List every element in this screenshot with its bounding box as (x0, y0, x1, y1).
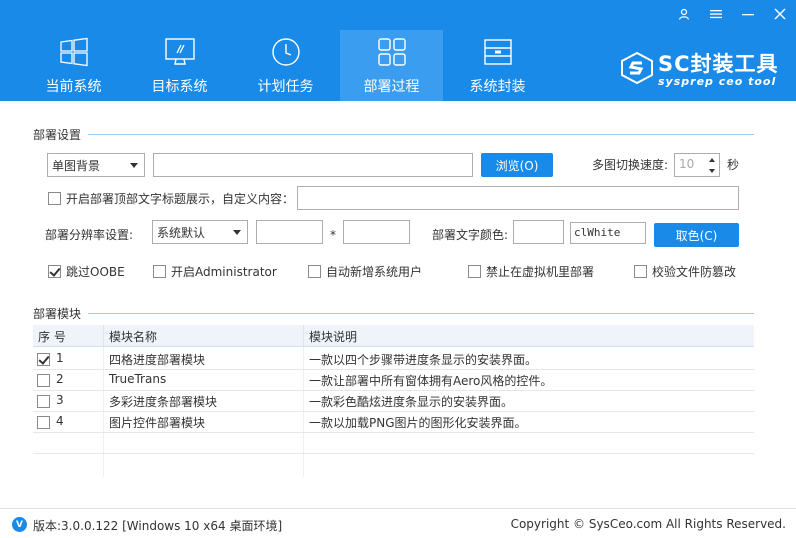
auto-add-user-label: 自动新增系统用户 (326, 265, 423, 279)
column-header-no: 序 号 (38, 330, 66, 344)
monitor-icon (164, 38, 195, 65)
column-header-desc: 模块说明 (309, 330, 358, 344)
module-no: 3 (56, 393, 64, 407)
module-checkbox[interactable] (37, 353, 50, 366)
table-row[interactable]: 4 图片控件部署模块 一款以加载PNG图片的图形化安装界面。 (33, 412, 754, 433)
browse-button[interactable]: 浏览(O) (481, 153, 553, 177)
module-name: 四格进度部署模块 (109, 353, 206, 367)
tab-label: 当前系统 (45, 79, 102, 95)
skip-oobe-label: 跳过OOBE (66, 265, 125, 279)
tab-label: 部署过程 (363, 79, 420, 95)
background-path-input[interactable] (153, 153, 473, 177)
module-checkbox[interactable] (37, 395, 50, 408)
resolution-width-input[interactable] (256, 220, 323, 244)
section-divider (88, 313, 754, 314)
section-title-modules: 部署模块 (33, 307, 82, 321)
module-desc: 一款以加载PNG图片的图形化安装界面。 (309, 416, 527, 430)
windows-icon (59, 37, 88, 67)
module-no: 4 (56, 414, 64, 428)
background-mode-select[interactable]: 单图背景 (47, 153, 145, 177)
window-controls (668, 0, 796, 28)
module-no: 2 (56, 372, 64, 386)
table-header: 序 号 模块名称 模块说明 (33, 325, 754, 347)
resolution-select[interactable]: 系统默认 (152, 220, 248, 244)
tab-target-system[interactable]: 目标系统 (128, 30, 231, 101)
verify-files-checkbox[interactable] (634, 265, 647, 278)
section-divider (88, 134, 754, 135)
tab-system-package[interactable]: 系统封装 (446, 30, 549, 101)
copyright-text: Copyright © SysCeo.com All Rights Reserv… (510, 517, 786, 531)
block-vm-deploy-label: 禁止在虚拟机里部署 (486, 265, 595, 279)
drive-icon (483, 39, 512, 65)
header-bar: 当前系统 目标系统 计划任务 部署过程 系统封装 SC封装工具 sysprep … (0, 0, 796, 101)
module-name: 多彩进度条部署模块 (109, 395, 218, 409)
main-tabs: 当前系统 目标系统 计划任务 部署过程 系统封装 (22, 30, 552, 101)
stepper-down-icon[interactable] (705, 165, 719, 176)
table-row[interactable]: 1 四格进度部署模块 一款以四个步骤带进度条显示的安装界面。 (33, 349, 754, 370)
column-header-name: 模块名称 (109, 330, 158, 344)
sc-logo-icon (621, 52, 653, 84)
tab-deploy-process[interactable]: 部署过程 (340, 30, 443, 101)
module-desc: 一款彩色酷炫进度条显示的安装界面。 (309, 395, 514, 409)
skip-oobe-checkbox[interactable] (48, 265, 61, 278)
pick-color-button[interactable]: 取色(C) (654, 223, 739, 247)
tab-current-system[interactable]: 当前系统 (22, 30, 125, 101)
module-checkbox[interactable] (37, 416, 50, 429)
brand-subtitle: sysprep ceo tool (658, 75, 777, 88)
module-name: TrueTrans (109, 372, 167, 386)
seconds-unit-label: 秒 (727, 158, 740, 172)
resolution-value: 系统默认 (157, 225, 206, 240)
resolution-height-input[interactable] (343, 220, 410, 244)
enable-administrator-checkbox[interactable] (153, 265, 166, 278)
background-mode-value: 单图背景 (52, 158, 101, 173)
tab-label: 计划任务 (257, 79, 314, 95)
enable-administrator-label: 开启Administrator (171, 265, 277, 279)
stepper-up-icon[interactable] (705, 154, 719, 165)
chevron-down-icon (233, 230, 241, 235)
version-icon: V (12, 517, 27, 532)
text-color-label: 部署文字颜色: (432, 228, 509, 242)
switch-speed-label: 多图切换速度: (592, 158, 669, 172)
table-row[interactable]: 3 多彩进度条部署模块 一款彩色酷炫进度条显示的安装界面。 (33, 391, 754, 412)
table-row-empty (33, 433, 754, 454)
tab-label: 目标系统 (151, 79, 208, 95)
switch-speed-stepper[interactable]: 10 (674, 153, 720, 177)
menu-icon[interactable] (700, 0, 732, 28)
color-preview-swatch[interactable] (513, 220, 564, 244)
grid-icon (377, 38, 406, 66)
tab-scheduled-tasks[interactable]: 计划任务 (234, 30, 337, 101)
switch-speed-value: 10 (679, 157, 695, 171)
minimize-icon[interactable] (732, 0, 764, 28)
module-name: 图片控件部署模块 (109, 416, 206, 430)
user-icon[interactable] (668, 0, 700, 28)
title-text-input[interactable] (297, 186, 739, 210)
brand-title: SC封装工具 (658, 52, 779, 76)
auto-add-user-checkbox[interactable] (308, 265, 321, 278)
modules-table: 序 号 模块名称 模块说明 1 四格进度部署模块 一款以四个步骤带进度条显示的安… (33, 325, 754, 477)
title-text-label: 开启部署顶部文字标题展示，自定义内容： (66, 192, 295, 206)
version-text: 版本:3.0.0.122 [Windows 10 x64 桌面环境] (33, 519, 283, 533)
brand-logo: SC封装工具 sysprep ceo tool (620, 48, 786, 92)
module-checkbox[interactable] (37, 374, 50, 387)
times-sign: * (330, 228, 336, 242)
module-no: 1 (56, 351, 64, 365)
close-icon[interactable] (764, 0, 796, 28)
chevron-down-icon (130, 163, 138, 168)
resolution-label: 部署分辨率设置: (45, 228, 134, 242)
tab-label: 系统封装 (469, 79, 526, 95)
status-bar: V 版本:3.0.0.122 [Windows 10 x64 桌面环境] Cop… (0, 508, 796, 538)
verify-files-label: 校验文件防篡改 (652, 265, 737, 279)
clock-icon (271, 38, 300, 66)
section-title-deploy-settings: 部署设置 (33, 128, 82, 142)
block-vm-deploy-checkbox[interactable] (468, 265, 481, 278)
color-value-input[interactable]: clWhite (570, 222, 646, 244)
module-desc: 一款以四个步骤带进度条显示的安装界面。 (309, 353, 538, 367)
table-row[interactable]: 2 TrueTrans 一款让部署中所有窗体拥有Aero风格的控件。 (33, 370, 754, 391)
title-text-checkbox[interactable] (48, 192, 61, 205)
module-desc: 一款让部署中所有窗体拥有Aero风格的控件。 (309, 374, 553, 388)
